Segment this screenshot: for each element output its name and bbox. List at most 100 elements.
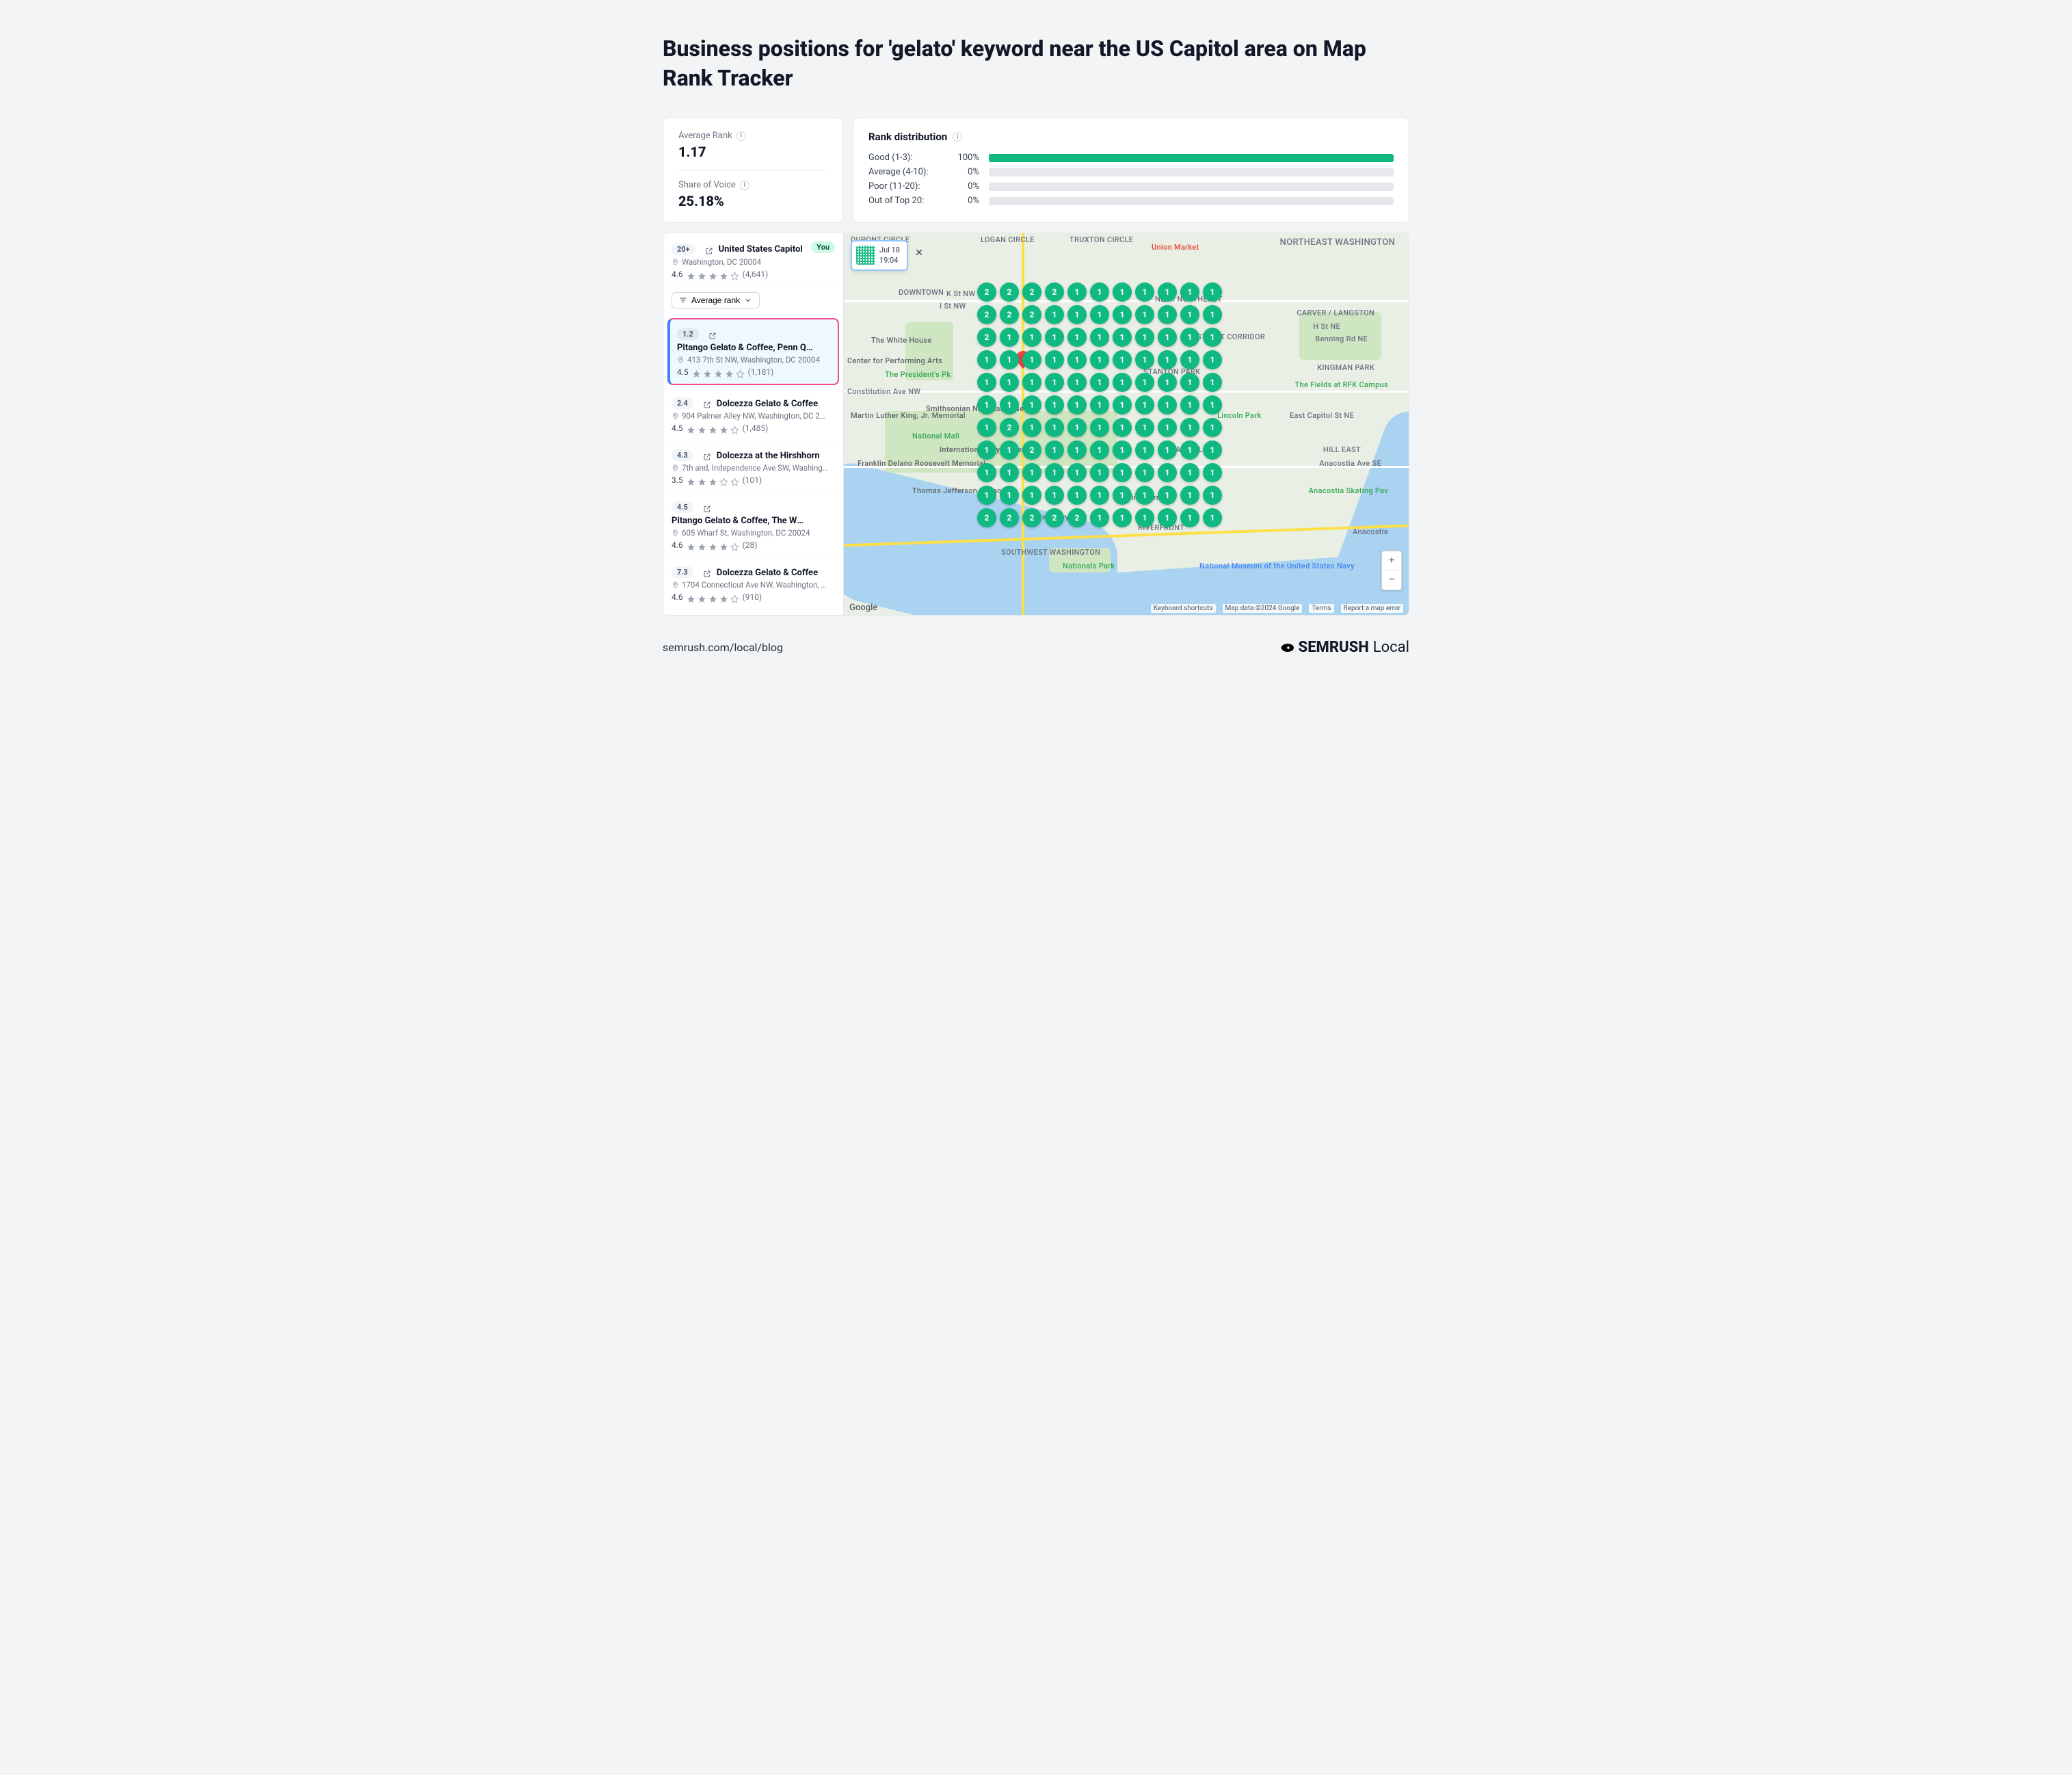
- rank-pin[interactable]: 1: [1180, 350, 1199, 369]
- rank-pin[interactable]: 1: [1135, 373, 1154, 392]
- rank-pin[interactable]: 1: [1067, 282, 1087, 302]
- rank-pin[interactable]: 1: [1135, 328, 1154, 347]
- rank-pin[interactable]: 1: [1158, 305, 1177, 324]
- rank-pin[interactable]: 1: [1067, 395, 1087, 415]
- rank-pin[interactable]: 1: [1000, 395, 1019, 415]
- rank-pin[interactable]: 1: [1000, 441, 1019, 460]
- rank-pin[interactable]: 1: [1045, 418, 1064, 437]
- rank-pin[interactable]: 1: [1113, 418, 1132, 437]
- rank-pin[interactable]: 1: [1067, 305, 1087, 324]
- rank-pin[interactable]: 1: [1000, 350, 1019, 369]
- rank-pin[interactable]: 2: [1022, 305, 1041, 324]
- rank-pin[interactable]: 1: [1067, 486, 1087, 505]
- rank-pin[interactable]: 1: [1180, 328, 1199, 347]
- rank-pin[interactable]: 1: [1022, 463, 1041, 482]
- rank-pin[interactable]: 1: [1158, 350, 1177, 369]
- external-link-icon[interactable]: [705, 245, 713, 253]
- rank-pin[interactable]: 1: [1090, 441, 1109, 460]
- rank-pin[interactable]: 1: [1113, 282, 1132, 302]
- listing-item[interactable]: 2.4 Dolcezza Gelato & Coffee 904 Palmer …: [663, 388, 843, 440]
- rank-pin[interactable]: 1: [1090, 282, 1109, 302]
- rank-pin[interactable]: 1: [1135, 508, 1154, 527]
- results-sidebar[interactable]: 20+ United States Capitol You Washington…: [663, 233, 844, 615]
- rank-pin[interactable]: 1: [1000, 328, 1019, 347]
- rank-pin[interactable]: 1: [977, 486, 996, 505]
- rank-pin[interactable]: 1: [1203, 373, 1222, 392]
- rank-pin[interactable]: 1: [1022, 395, 1041, 415]
- info-icon[interactable]: i: [740, 181, 749, 190]
- rank-pin[interactable]: 2: [1000, 418, 1019, 437]
- rank-pin[interactable]: 1: [977, 395, 996, 415]
- rank-pin[interactable]: 1: [1180, 508, 1199, 527]
- rank-pin[interactable]: 1: [1158, 282, 1177, 302]
- rank-pin[interactable]: 1: [1022, 486, 1041, 505]
- rank-pin[interactable]: 1: [1113, 395, 1132, 415]
- rank-pin[interactable]: 1: [977, 441, 996, 460]
- rank-pin[interactable]: 1: [1203, 350, 1222, 369]
- rank-pin[interactable]: 1: [1067, 463, 1087, 482]
- rank-pin[interactable]: 1: [1158, 441, 1177, 460]
- rank-pin[interactable]: 1: [977, 373, 996, 392]
- rank-pin[interactable]: 2: [1045, 282, 1064, 302]
- rank-pin[interactable]: 2: [977, 305, 996, 324]
- rank-pin[interactable]: 1: [1135, 418, 1154, 437]
- rank-pin[interactable]: 2: [1000, 305, 1019, 324]
- rank-pin[interactable]: 1: [1045, 305, 1064, 324]
- rank-pin[interactable]: 2: [1000, 282, 1019, 302]
- rank-pin[interactable]: 1: [1022, 373, 1041, 392]
- rank-pin[interactable]: 1: [977, 463, 996, 482]
- rank-pin[interactable]: 1: [1158, 486, 1177, 505]
- rank-pin[interactable]: 1: [1158, 418, 1177, 437]
- rank-pin[interactable]: 1: [1045, 328, 1064, 347]
- rank-pin[interactable]: 1: [1045, 395, 1064, 415]
- rank-pin[interactable]: 1: [1180, 373, 1199, 392]
- rank-pin[interactable]: 1: [1135, 305, 1154, 324]
- rank-pin[interactable]: 1: [1090, 350, 1109, 369]
- rank-pin[interactable]: 1: [1203, 486, 1222, 505]
- rank-pin[interactable]: 1: [1180, 395, 1199, 415]
- rank-pin[interactable]: 2: [977, 328, 996, 347]
- rank-pin[interactable]: 1: [1180, 305, 1199, 324]
- rank-pin[interactable]: 1: [1067, 441, 1087, 460]
- external-link-icon[interactable]: [708, 330, 717, 338]
- keyboard-shortcuts-link[interactable]: Keyboard shortcuts: [1151, 604, 1216, 613]
- rank-pin[interactable]: 1: [977, 418, 996, 437]
- rank-pin[interactable]: 1: [1158, 373, 1177, 392]
- sort-dropdown[interactable]: Average rank: [672, 292, 760, 308]
- rank-pin[interactable]: 2: [1067, 508, 1087, 527]
- listing-item[interactable]: 1.2 Pitango Gelato & Coffee, Penn Quarte…: [667, 318, 839, 385]
- rank-pin[interactable]: 1: [1203, 328, 1222, 347]
- rank-pin[interactable]: 1: [1203, 418, 1222, 437]
- rank-pin[interactable]: 1: [1090, 373, 1109, 392]
- rank-pin[interactable]: 1: [1045, 441, 1064, 460]
- rank-pin[interactable]: 1: [1180, 486, 1199, 505]
- rank-pin[interactable]: 1: [1135, 395, 1154, 415]
- rank-pin[interactable]: 1: [1135, 350, 1154, 369]
- rank-pin[interactable]: 1: [1090, 463, 1109, 482]
- rank-pin[interactable]: 1: [1113, 486, 1132, 505]
- info-icon[interactable]: i: [953, 132, 962, 142]
- rank-pin[interactable]: 2: [977, 508, 996, 527]
- timestamp-pill[interactable]: Jul 18 19:04 ✕: [851, 240, 908, 271]
- rank-pin[interactable]: 1: [1203, 441, 1222, 460]
- listing-item[interactable]: 7.8 Häagen-Dazs 703 7th St NW, Washingto…: [663, 609, 843, 615]
- rank-pin[interactable]: 1: [1045, 486, 1064, 505]
- rank-pin[interactable]: 2: [1022, 282, 1041, 302]
- external-link-icon[interactable]: [703, 399, 711, 407]
- rank-pin[interactable]: 1: [1045, 373, 1064, 392]
- rank-pin[interactable]: 1: [1158, 508, 1177, 527]
- listing-item[interactable]: 4.3 Dolcezza at the Hirshhorn 7th and, I…: [663, 440, 843, 492]
- you-name[interactable]: United States Capitol: [719, 244, 803, 254]
- rank-pin[interactable]: 1: [1203, 463, 1222, 482]
- rank-pin[interactable]: 1: [1090, 305, 1109, 324]
- rank-pin[interactable]: 1: [1113, 328, 1132, 347]
- rank-pin[interactable]: 1: [1158, 328, 1177, 347]
- rank-pin[interactable]: 1: [1090, 418, 1109, 437]
- rank-pin[interactable]: 1: [1067, 350, 1087, 369]
- rank-pin[interactable]: 1: [1090, 486, 1109, 505]
- rank-pin[interactable]: 2: [1000, 508, 1019, 527]
- external-link-icon[interactable]: [703, 451, 711, 459]
- rank-pin[interactable]: 1: [1158, 463, 1177, 482]
- rank-pin[interactable]: 1: [1113, 441, 1132, 460]
- map-canvas[interactable]: DUPONT CIRCLE LOGAN CIRCLE TRUXTON CIRCL…: [844, 233, 1409, 615]
